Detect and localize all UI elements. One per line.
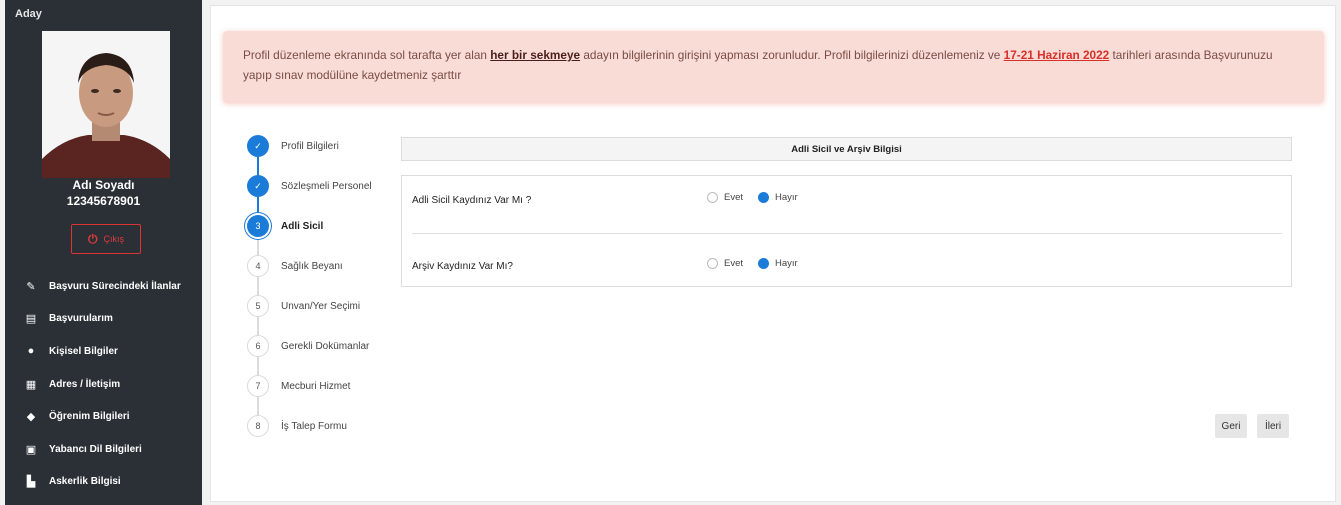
sidebar-item-label: Askerlik Bilgisi (49, 476, 121, 488)
step-dokumanlar[interactable]: 6 Gerekli Dokümanlar (247, 334, 369, 358)
sidebar-item-label: Kişisel Bilgiler (49, 345, 118, 357)
step-label: Profil Bilgileri (281, 140, 339, 152)
question-row: Adli Sicil Kaydınız Var Mı ? Evet Hayır (402, 176, 1291, 226)
back-button[interactable]: Geri (1215, 414, 1247, 438)
step-mecburi[interactable]: 7 Mecburi Hizmet (247, 374, 350, 398)
question-row: Arşiv Kaydınız Var Mı? Evet Hayır (402, 242, 1291, 292)
next-button[interactable]: İleri (1257, 414, 1289, 438)
step-saglik[interactable]: 4 Sağlık Beyanı (247, 254, 343, 278)
alert-text: adayın bilgilerinin girişini yapması zor… (580, 48, 1004, 62)
step-label: Gerekli Dokümanlar (281, 340, 370, 352)
radio-hayir[interactable]: Hayır (758, 258, 798, 269)
radio-label: Evet (724, 192, 744, 203)
alert-date: 17-21 Haziran 2022 (1003, 48, 1110, 62)
step-number: 4 (247, 255, 269, 277)
graduation-cap-icon: ◆ (26, 411, 36, 424)
radio-label: Hayır (775, 192, 798, 203)
step-is-talep[interactable]: 8 İş Talep Formu (247, 414, 347, 438)
sidebar: Aday Adı Soyadı 12345678901 ⏻ Çıkış ✎ Ba… (5, 0, 202, 505)
military-icon: ▙ (26, 476, 36, 489)
step-adli-sicil[interactable]: 3 Adli Sicil (247, 214, 323, 238)
sidebar-item-yabanci-dil[interactable]: ▣ Yabancı Dil Bilgileri (5, 433, 202, 466)
radio-evet[interactable]: Evet (707, 258, 743, 269)
sidebar-item-label: Başvurularım (49, 313, 113, 325)
logout-label: Çıkış (103, 234, 124, 244)
step-number: 6 (247, 335, 269, 357)
sidebar-item-label: Adres / İletişim (49, 378, 121, 390)
radio-hayir[interactable]: Hayır (758, 192, 798, 203)
step-label: Sözleşmeli Personel (281, 180, 372, 192)
avatar (42, 31, 170, 178)
check-icon: ✓ (247, 135, 269, 157)
alert-emphasis: her bir sekmeye (490, 48, 581, 62)
question-label: Adli Sicil Kaydınız Var Mı ? (412, 195, 532, 206)
user-name: Adı Soyadı (72, 178, 135, 192)
radio-evet[interactable]: Evet (707, 192, 743, 203)
step-label: Mecburi Hizmet (281, 380, 351, 392)
sidebar-item-label: Başvuru Sürecindeki İlanlar (49, 280, 181, 292)
address-card-icon: ▦ (25, 378, 37, 391)
radio-unchecked-icon (707, 192, 718, 203)
step-number: 5 (247, 295, 269, 317)
book-icon: ▣ (25, 443, 37, 456)
user-icon: ● (27, 345, 35, 358)
step-label: Adli Sicil (281, 220, 324, 232)
question-label: Arşiv Kaydınız Var Mı? (412, 261, 513, 272)
step-profil[interactable]: ✓ Profil Bilgileri (247, 134, 339, 158)
sidebar-item-kisisel[interactable]: ● Kişisel Bilgiler (5, 335, 202, 368)
sidebar-item-ilanlar[interactable]: ✎ Başvuru Sürecindeki İlanlar (5, 270, 202, 303)
avatar-photo (42, 31, 170, 178)
divider (412, 233, 1282, 234)
question-panel: Adli Sicil Kaydınız Var Mı ? Evet Hayır … (401, 175, 1292, 287)
sidebar-item-basvurularim[interactable]: ▤ Başvurularım (5, 303, 202, 336)
radio-unchecked-icon (707, 258, 718, 269)
sidebar-item-label: Yabancı Dil Bilgileri (49, 443, 142, 455)
info-alert: Profil düzenleme ekranında sol tarafta y… (223, 31, 1324, 103)
role-label: Aday (15, 8, 42, 20)
step-number: 8 (247, 415, 269, 437)
radio-checked-icon (758, 258, 769, 269)
step-label: Sağlık Beyanı (281, 260, 343, 272)
logout-button[interactable]: ⏻ Çıkış (71, 224, 141, 254)
radio-checked-icon (758, 192, 769, 203)
step-unvan[interactable]: 5 Unvan/Yer Seçimi (247, 294, 360, 318)
sidebar-item-ogrenim[interactable]: ◆ Öğrenim Bilgileri (5, 400, 202, 433)
sidebar-item-label: Öğrenim Bilgileri (49, 411, 130, 423)
document-icon: ▤ (25, 313, 37, 326)
step-sozlesmeli[interactable]: ✓ Sözleşmeli Personel (247, 174, 372, 198)
sidebar-item-adres[interactable]: ▦ Adres / İletişim (5, 368, 202, 401)
main-content: Profil düzenleme ekranında sol tarafta y… (210, 5, 1336, 502)
sidebar-item-askerlik[interactable]: ▙ Askerlik Bilgisi (5, 466, 202, 499)
radio-label: Hayır (775, 258, 798, 269)
power-icon: ⏻ (87, 231, 98, 246)
step-label: İş Talep Formu (281, 420, 347, 432)
user-id: 12345678901 (66, 194, 141, 208)
edit-icon: ✎ (26, 280, 36, 293)
step-label: Unvan/Yer Seçimi (281, 300, 361, 312)
step-number: 7 (247, 375, 269, 397)
step-number: 3 (247, 215, 269, 237)
radio-label: Evet (724, 258, 744, 269)
check-icon: ✓ (247, 175, 269, 197)
sidebar-menu: ✎ Başvuru Sürecindeki İlanlar ▤ Başvurul… (5, 270, 202, 498)
panel-title: Adli Sicil ve Arşiv Bilgisi (401, 137, 1292, 161)
alert-text: Profil düzenleme ekranında sol tarafta y… (243, 48, 491, 62)
